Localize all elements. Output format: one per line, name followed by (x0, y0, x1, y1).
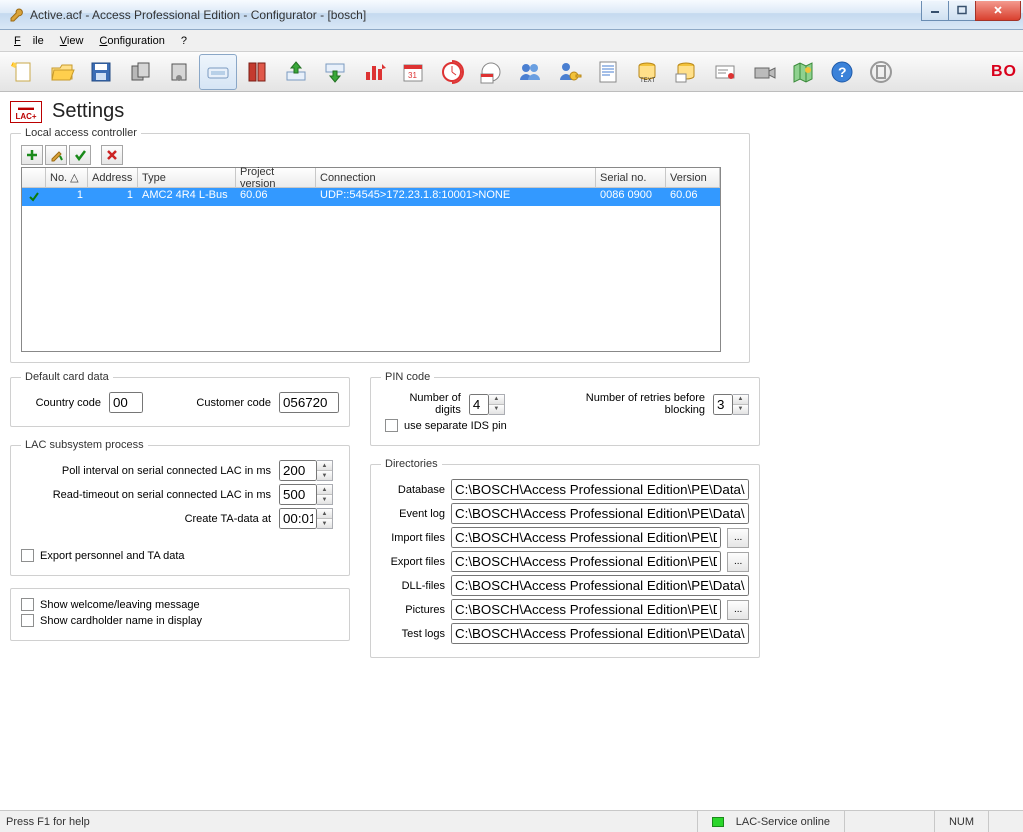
menu-view[interactable]: View (54, 33, 90, 49)
window-title: Active.acf - Access Professional Edition… (30, 8, 922, 22)
tb-doors[interactable] (238, 54, 276, 90)
directories-group: Directories Database Event log Import fi… (370, 458, 760, 658)
toolbar: 31 TEXT ? BO (0, 52, 1023, 92)
th-version[interactable]: Version (666, 168, 720, 187)
export-ta-checkbox[interactable]: Export personnel and TA data (21, 549, 339, 562)
th-no[interactable]: No. △ (46, 168, 88, 187)
tb-datadb[interactable] (667, 54, 705, 90)
poll-spinner[interactable]: ▲▼ (279, 460, 333, 481)
poll-label: Poll interval on serial connected LAC in… (21, 465, 271, 477)
menu-configuration[interactable]: Configuration (93, 33, 170, 49)
close-button[interactable] (975, 1, 1021, 21)
imp-browse[interactable]: ... (727, 528, 749, 548)
menu-help[interactable]: ? (175, 33, 193, 49)
minimize-button[interactable] (921, 1, 949, 21)
tb-open[interactable] (43, 54, 81, 90)
digits-label: Number of digits (381, 392, 461, 416)
tst-input[interactable] (451, 623, 749, 644)
lac-table[interactable]: No. △ Address Type Project version Conne… (21, 167, 721, 352)
tb-map[interactable] (784, 54, 822, 90)
tb-upload[interactable] (277, 54, 315, 90)
read-label: Read-timeout on serial connected LAC in … (21, 489, 271, 501)
default-card-group: Default card data Country code Customer … (10, 371, 350, 427)
th-type[interactable]: Type (138, 168, 236, 187)
th-conn[interactable]: Connection (316, 168, 596, 187)
menubar: File View Configuration ? (0, 30, 1023, 52)
status-num: NUM (934, 811, 988, 832)
ta-label: Create TA-data at (21, 513, 271, 525)
lac-process-group: LAC subsystem process Poll interval on s… (10, 439, 350, 576)
tb-clock2[interactable] (472, 54, 510, 90)
lac-badge-icon: ▬▬LAC+ (10, 101, 42, 123)
titlebar: Active.acf - Access Professional Edition… (0, 0, 1023, 30)
row-check-icon (22, 188, 46, 206)
lac-group: Local access controller No. △ Address Ty… (10, 127, 750, 363)
country-label: Country code (21, 397, 101, 409)
status-help: Press F1 for help (6, 816, 90, 828)
tb-report[interactable] (589, 54, 627, 90)
tb-device2[interactable] (160, 54, 198, 90)
brand-logo: BO (991, 63, 1019, 81)
ids-pin-checkbox[interactable]: use separate IDS pin (385, 419, 749, 432)
imp-input[interactable] (451, 527, 721, 548)
service-led-icon (712, 817, 724, 827)
page-title: Settings (52, 100, 124, 123)
tb-download[interactable] (316, 54, 354, 90)
customer-input[interactable] (279, 392, 339, 413)
svg-text:TEXT: TEXT (640, 78, 656, 84)
tb-textdb[interactable]: TEXT (628, 54, 666, 90)
statusbar: Press F1 for help LAC-Service online NUM (0, 810, 1023, 832)
th-projver[interactable]: Project version (236, 168, 316, 187)
welcome-checkbox[interactable]: Show welcome/leaving message (21, 598, 339, 611)
table-row[interactable]: 1 1 AMC2 4R4 L-Bus 60.06 UDP::54545>172.… (22, 188, 720, 206)
pic-browse[interactable]: ... (727, 600, 749, 620)
tb-save[interactable] (82, 54, 120, 90)
country-input[interactable] (109, 392, 143, 413)
pic-input[interactable] (451, 599, 721, 620)
app-icon (8, 7, 24, 23)
svg-text:31: 31 (408, 71, 417, 80)
svg-text:?: ? (838, 64, 847, 80)
tb-camera[interactable] (745, 54, 783, 90)
lac-delete-button[interactable] (101, 145, 123, 165)
tb-bosch[interactable] (862, 54, 900, 90)
tb-settings[interactable] (199, 54, 237, 90)
th-serial[interactable]: Serial no. (596, 168, 666, 187)
ta-spinner[interactable]: ▲▼ (279, 508, 333, 529)
content-area: ▬▬LAC+ Settings Local access controller … (0, 92, 1023, 810)
tb-users[interactable] (511, 54, 549, 90)
cardholder-checkbox[interactable]: Show cardholder name in display (21, 614, 339, 627)
display-options-group: Show welcome/leaving message Show cardho… (10, 588, 350, 641)
th-status[interactable] (22, 168, 46, 187)
retries-label: Number of retries before blocking (543, 392, 705, 416)
exp-browse[interactable]: ... (727, 552, 749, 572)
menu-file[interactable]: File (8, 33, 50, 49)
tb-clock1[interactable] (433, 54, 471, 90)
tb-license[interactable] (706, 54, 744, 90)
db-input[interactable] (451, 479, 749, 500)
retries-spinner[interactable]: ▲▼ (713, 394, 749, 415)
tb-chart[interactable] (355, 54, 393, 90)
tb-userkey[interactable] (550, 54, 588, 90)
digits-spinner[interactable]: ▲▼ (469, 394, 505, 415)
lac-legend: Local access controller (21, 127, 141, 139)
evt-input[interactable] (451, 503, 749, 524)
th-address[interactable]: Address (88, 168, 138, 187)
lac-apply-button[interactable] (69, 145, 91, 165)
pin-group: PIN code Number of digits ▲▼ Number of r… (370, 371, 760, 446)
tb-help[interactable]: ? (823, 54, 861, 90)
tb-new[interactable] (4, 54, 42, 90)
read-spinner[interactable]: ▲▼ (279, 484, 333, 505)
tb-calendar[interactable]: 31 (394, 54, 432, 90)
tb-devices[interactable] (121, 54, 159, 90)
lac-edit-button[interactable] (45, 145, 67, 165)
maximize-button[interactable] (948, 1, 976, 21)
customer-label: Customer code (171, 397, 271, 409)
exp-input[interactable] (451, 551, 721, 572)
status-service: LAC-Service online (697, 811, 844, 832)
lac-add-button[interactable] (21, 145, 43, 165)
dll-input[interactable] (451, 575, 749, 596)
